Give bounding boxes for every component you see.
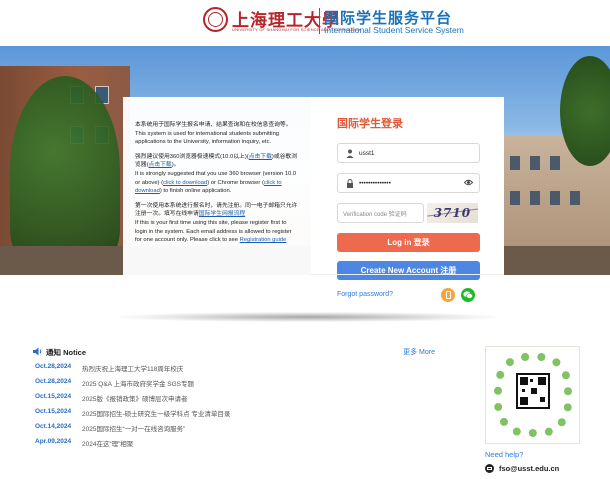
notice-text[interactable]: 2025国际招生-硕士研究生一级学科点 专业清单目录 — [82, 408, 230, 420]
download-360-link-en[interactable]: click to download — [163, 180, 207, 186]
user-icon — [346, 149, 354, 158]
captcha-text: 3710 — [433, 206, 472, 220]
notice-item[interactable]: Oct.28,2024 2025 Q&A 上海市政府奖学金 SGS专题 — [35, 378, 194, 390]
notice-more-link[interactable]: 更多 More — [403, 347, 435, 357]
notice-date: Apr.09,2024 — [35, 438, 72, 445]
login-footer: Forgot password? — [311, 274, 504, 310]
notice-header: 通知 Notice 更多 More — [33, 346, 435, 360]
need-help-label: Need help? — [485, 450, 524, 459]
notice-item[interactable]: Oct.15,2024 2025版《报销政策》硕博层次申请者 — [35, 393, 187, 405]
download-chrome-link-cn[interactable]: 点击下载 — [149, 162, 172, 168]
university-seal-icon[interactable] — [203, 7, 228, 32]
login-button[interactable]: Log in 登录 — [337, 233, 480, 252]
username-value: usst1 — [359, 149, 375, 157]
notice-text[interactable]: 2025版《报销政策》硕博层次申请者 — [82, 393, 187, 405]
notice-text[interactable]: 热烈庆祝上海理工大学118周年校庆 — [82, 363, 183, 375]
notice-date: Oct.28,2024 — [35, 378, 72, 385]
captcha-input[interactable]: Verification code 验证码 — [337, 203, 424, 223]
info-browser-en-text-2: ) or Chrome browser ( — [207, 179, 264, 186]
panel-shadow — [120, 312, 496, 322]
notice-text[interactable]: 2025 Q&A 上海市政府奖学金 SGS专题 — [82, 378, 194, 390]
notice-date: Oct.14,2024 — [35, 423, 72, 430]
captcha-row: Verification code 验证码 3710 — [337, 203, 478, 223]
info-paragraph-browser: 强烈建议使用360浏览器极速模式(10.0以上)(点击下载)或谷歌浏览器(点击下… — [135, 153, 299, 196]
notice-date: Oct.15,2024 — [35, 408, 72, 415]
speaker-icon — [33, 347, 42, 356]
forgot-password-link[interactable]: Forgot password? — [337, 291, 393, 298]
system-title-en: International Student Service System — [324, 25, 464, 35]
password-value: •••••••••••••• — [359, 179, 391, 187]
notice-item[interactable]: Oct.15,2024 2025国际招生-硕士研究生一级学科点 专业清单目录 — [35, 408, 230, 420]
lock-icon — [347, 178, 353, 188]
notice-title: 通知 Notice — [46, 348, 87, 357]
login-panel: 国际学生登录 usst1 •••••••••••••• Verification… — [311, 97, 504, 310]
banner-tree-left — [10, 76, 120, 266]
info-browser-cn-text: 强烈建议使用360浏览器极速模式(10.0以上)( — [135, 153, 249, 160]
info-panel: 本系统用于国际学生报名申请、结果查询和在校信息查询等。 This system … — [123, 97, 311, 282]
qr-code-panel — [485, 346, 580, 444]
notice-text[interactable]: 2024在这“理”相聚 — [82, 438, 133, 450]
login-title: 国际学生登录 — [337, 118, 403, 130]
password-field[interactable]: •••••••••••••• — [337, 173, 480, 193]
info-browser-en-text-3: ) to finish online application. — [159, 188, 232, 195]
eye-icon[interactable] — [464, 179, 473, 186]
info-paragraph-intro: 本系统用于国际学生报名申请、结果查询和在校信息查询等。 This system … — [135, 121, 299, 147]
registration-guide-link[interactable]: Registration guide — [240, 237, 287, 243]
header-divider — [319, 8, 320, 34]
email-contact[interactable]: fso@usst.edu.cn — [485, 464, 559, 473]
info-intro-cn: 本系统用于国际学生报名申请、结果查询和在校信息查询等。 — [135, 122, 292, 128]
username-field[interactable]: usst1 — [337, 143, 480, 163]
notice-item[interactable]: Apr.09,2024 2024在这“理”相聚 — [35, 438, 133, 450]
notice-item[interactable]: Oct.14,2024 2025国际招生“一对一在线咨询服务” — [35, 423, 185, 435]
info-paragraph-register: 第一次使用本系统进行报名时，请先注册。同一电子邮箱只允许注册一次。填写在线申请国… — [135, 202, 299, 245]
email-address[interactable]: fso@usst.edu.cn — [499, 464, 559, 473]
email-icon — [485, 464, 494, 473]
wechat-icon[interactable] — [461, 288, 475, 302]
header: 上海理工大學 UNIVERSITY OF SHANGHAI FOR SCIENC… — [0, 0, 610, 46]
download-360-link-cn[interactable]: 点击下载 — [249, 154, 272, 160]
wechat-bubbles-icon — [463, 291, 473, 299]
notice-text[interactable]: 2025国际招生“一对一在线咨询服务” — [82, 423, 185, 435]
registration-process-link-cn[interactable]: 国际学生网报流程 — [199, 211, 245, 217]
qr-code-icon — [516, 373, 550, 409]
info-intro-en: This system is used for international st… — [135, 130, 280, 146]
notice-date: Oct.15,2024 — [35, 393, 72, 400]
app-phone-icon[interactable] — [441, 288, 455, 302]
notice-item[interactable]: Oct.28,2024 热烈庆祝上海理工大学118周年校庆 — [35, 363, 183, 375]
info-browser-cn-text-3: )。 — [171, 162, 180, 169]
notice-date: Oct.28,2024 — [35, 363, 72, 370]
captcha-image[interactable]: 3710 — [426, 203, 478, 223]
